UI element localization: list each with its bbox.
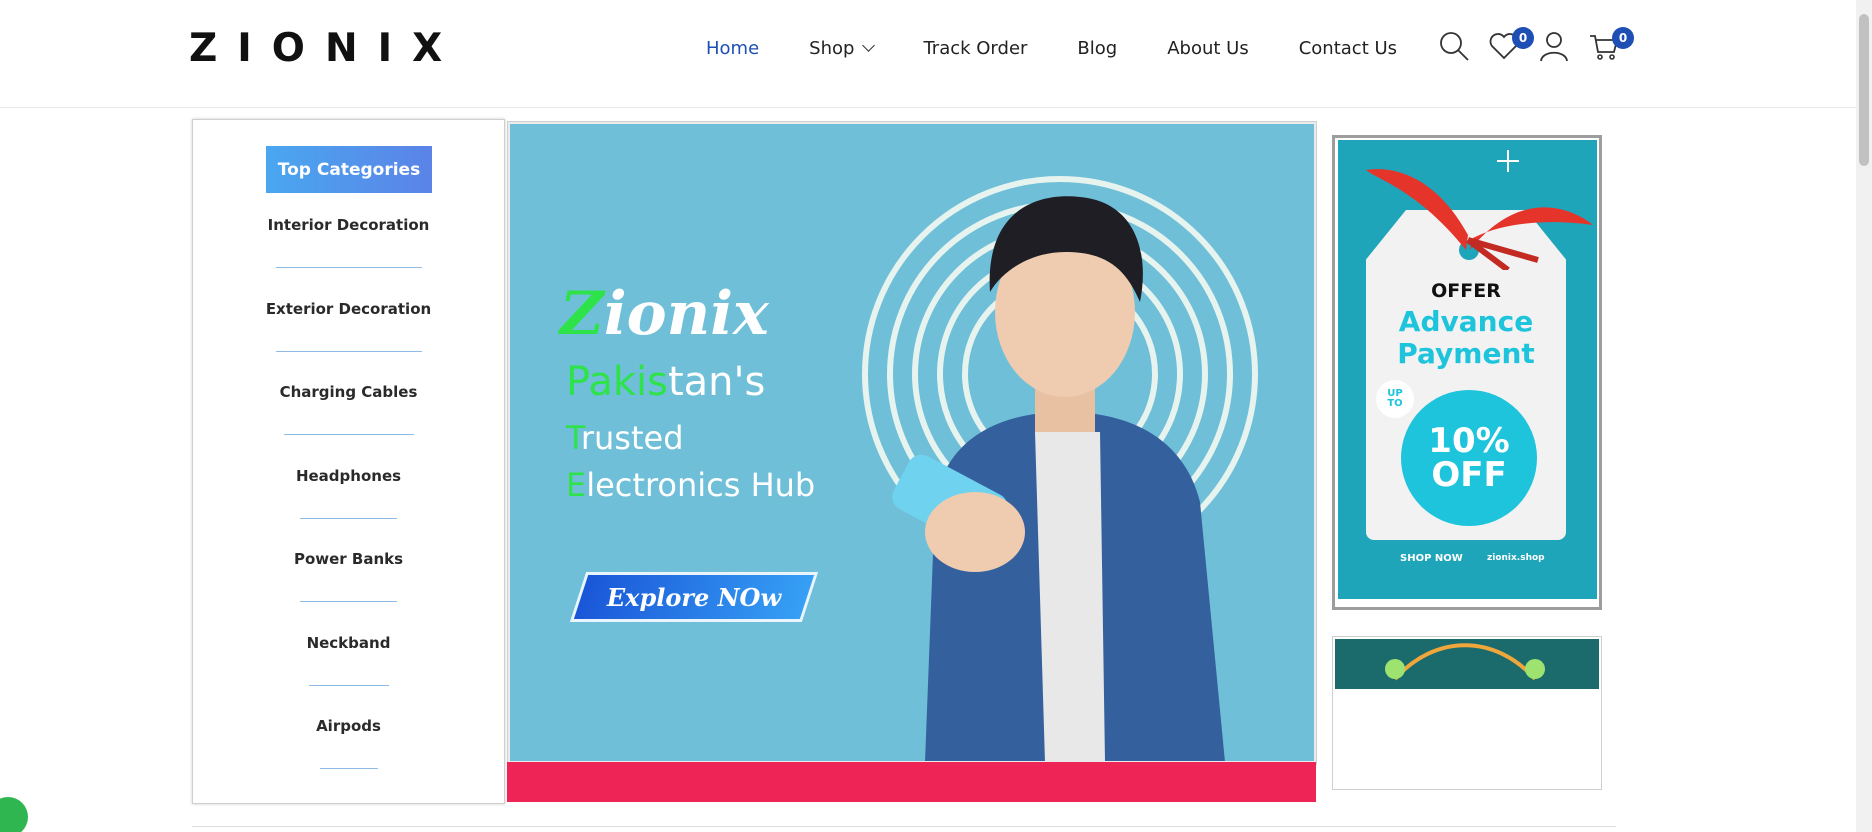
category-item[interactable]: Headphones: [193, 467, 504, 551]
secondary-promo-banner[interactable]: [1332, 636, 1602, 790]
category-label[interactable]: Charging Cables: [280, 383, 418, 401]
category-label[interactable]: Airpods: [316, 717, 381, 735]
wishlist-count-badge: 0: [1512, 27, 1534, 49]
hero-brand-first: Z: [560, 279, 604, 349]
site-logo[interactable]: ZIONIX: [189, 26, 462, 71]
divider: [283, 434, 414, 435]
hero-line-3: Electronics Hub: [566, 466, 815, 504]
nav-about-us-label: About Us: [1167, 38, 1249, 59]
divider: [308, 684, 389, 686]
secondary-promo-image: [1335, 639, 1599, 689]
chevron-down-icon: [862, 39, 876, 52]
category-item[interactable]: Airpods: [193, 717, 504, 801]
discount-off: OFF: [1431, 455, 1507, 495]
divider: [275, 267, 422, 268]
nav-home-label: Home: [706, 38, 760, 59]
header-icons: 0 0: [1438, 27, 1638, 68]
nav-track-order-label: Track Order: [923, 38, 1028, 59]
cart-count-badge: 0: [1612, 27, 1634, 49]
site-header: ZIONIX Home Shop Track Order Blog About …: [0, 0, 1856, 108]
hero-brand-rest: ionix: [603, 279, 769, 349]
category-label[interactable]: Exterior Decoration: [266, 300, 431, 318]
explore-now-label: Explore NOw: [606, 582, 782, 612]
scrollbar-thumb[interactable]: [1859, 14, 1869, 166]
person-illustration: [892, 196, 1225, 761]
whatsapp-icon[interactable]: [0, 797, 28, 832]
bottom-section-edge: [192, 826, 1616, 832]
nav-track-order[interactable]: Track Order: [923, 38, 1027, 59]
user-icon: [1540, 32, 1568, 62]
ribbon-graphic: [1366, 150, 1593, 270]
discount-circle: 10% OFF: [1401, 390, 1537, 526]
category-label[interactable]: Power Banks: [294, 550, 403, 568]
category-item[interactable]: Interior Decoration: [193, 216, 504, 300]
shop-url-text: zionix.shop: [1487, 553, 1545, 563]
nav-shop-label: Shop: [809, 38, 855, 59]
hero-line-2: Trusted: [566, 419, 684, 457]
hero-line-2-rest: rusted: [580, 419, 684, 457]
categories-sidebar: Top Categories Interior Decoration Exter…: [192, 119, 505, 804]
categories-list: Interior Decoration Exterior Decoration …: [193, 216, 504, 801]
explore-now-button[interactable]: Explore NOw: [569, 572, 819, 622]
hero-line-2-green: T: [566, 419, 581, 457]
category-item[interactable]: Charging Cables: [193, 383, 504, 467]
shop-now-text: SHOP NOW: [1400, 553, 1463, 564]
upto-word-2: TO: [1387, 398, 1403, 409]
offer-line-2: Payment: [1397, 337, 1535, 370]
offer-promo-banner[interactable]: OFFER Advance Payment 10% OFF UP TO SHOP N…: [1338, 140, 1597, 599]
divider: [319, 768, 378, 769]
offer-line-1: Advance: [1398, 305, 1534, 338]
hero-brand: Zionix: [560, 279, 769, 349]
hero-line-3-rest: lectronics Hub: [586, 466, 816, 504]
hero-line-1: Pakistan's: [566, 359, 765, 405]
account-button[interactable]: [1538, 30, 1576, 68]
divider: [300, 517, 397, 519]
nav-blog-label: Blog: [1077, 38, 1118, 59]
cart-button[interactable]: 0: [1588, 27, 1634, 68]
nav-contact-us-label: Contact Us: [1298, 38, 1398, 59]
page-scrollbar[interactable]: [1856, 0, 1872, 832]
categories-title: Top Categories: [266, 146, 432, 193]
hero-line-3-green: E: [566, 466, 587, 504]
upto-badge: UP TO: [1376, 380, 1414, 418]
category-item[interactable]: Neckband: [193, 634, 504, 718]
earphones-graphic: [1385, 643, 1545, 681]
category-item[interactable]: Exterior Decoration: [193, 300, 504, 384]
hero-line-1-green: Pakis: [566, 359, 668, 405]
nav-about-us[interactable]: About Us: [1167, 38, 1249, 59]
nav-blog[interactable]: Blog: [1077, 38, 1117, 59]
offer-heading: OFFER: [1431, 280, 1501, 302]
divider: [275, 350, 422, 352]
wishlist-button[interactable]: 0: [1488, 27, 1534, 68]
nav-shop[interactable]: Shop: [809, 38, 876, 59]
search-icon: [1440, 32, 1469, 61]
discount-pct: 10%: [1428, 421, 1510, 461]
hero-banner[interactable]: Zionix Pakistan's Trusted Electronics Hu…: [510, 124, 1314, 761]
hero-line-1-rest: tan's: [667, 359, 766, 405]
divider: [300, 601, 397, 602]
category-label[interactable]: Interior Decoration: [268, 216, 430, 234]
nav-contact-us[interactable]: Contact Us: [1299, 38, 1397, 59]
search-button[interactable]: [1438, 30, 1476, 68]
hero-bottom-strip: [507, 762, 1316, 802]
category-label[interactable]: Headphones: [296, 467, 401, 485]
category-item[interactable]: Power Banks: [193, 550, 504, 634]
nav-home[interactable]: Home: [706, 38, 759, 59]
main-nav: Home Shop Track Order Blog About Us Cont…: [706, 38, 1447, 59]
category-label[interactable]: Neckband: [307, 634, 391, 652]
